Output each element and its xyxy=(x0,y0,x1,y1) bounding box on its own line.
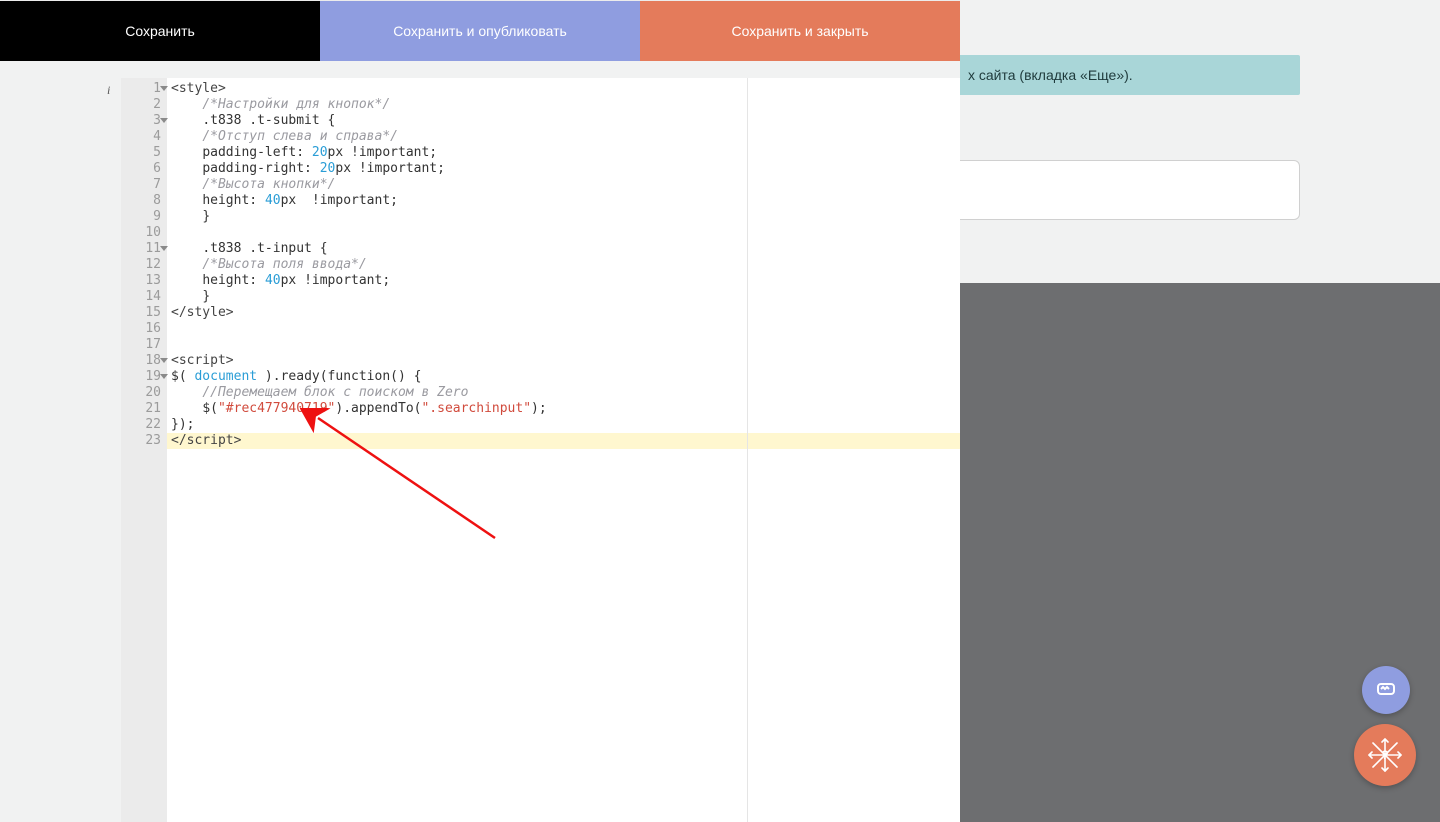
code-text: ".searchinput" xyxy=(421,401,531,416)
code-text: px !important; xyxy=(281,273,391,288)
line-number: 1 xyxy=(121,81,161,97)
code-text: height: xyxy=(202,273,265,288)
code-text: } xyxy=(202,289,210,304)
code-text: ); xyxy=(531,401,547,416)
code-text: } xyxy=(202,209,210,224)
line-number: 8 xyxy=(121,193,161,209)
code-text: px !important; xyxy=(328,145,438,160)
code-text: <style> xyxy=(171,81,226,96)
code-text: 40 xyxy=(265,193,281,208)
line-number: 7 xyxy=(121,177,161,193)
print-margin xyxy=(747,78,748,822)
line-number: 10 xyxy=(121,225,161,241)
line-number: 23 xyxy=(121,433,161,449)
line-number: 15 xyxy=(121,305,161,321)
code-text: ).appendTo( xyxy=(335,401,421,416)
code-text: 20 xyxy=(312,145,328,160)
code-text: </style> xyxy=(171,305,234,320)
code-text: .t838 .t-input { xyxy=(202,241,327,256)
save-publish-button[interactable]: Сохранить и опубликовать xyxy=(320,1,640,61)
chat-icon xyxy=(1374,678,1398,702)
line-number: 3 xyxy=(121,113,161,129)
line-number: 19 xyxy=(121,369,161,385)
line-number: 12 xyxy=(121,257,161,273)
help-fab[interactable]: ? xyxy=(1354,724,1416,786)
line-number: 5 xyxy=(121,145,161,161)
code-text: /*Высота кнопки*/ xyxy=(202,177,335,192)
code-text: /*Отступ слева и справа*/ xyxy=(202,129,398,144)
settings-input-outline[interactable] xyxy=(960,160,1300,220)
code-text: px !important; xyxy=(335,161,445,176)
editor-gutter: 1234567891011121314151617181920212223 xyxy=(121,78,167,822)
line-number: 17 xyxy=(121,337,161,353)
line-number: 11 xyxy=(121,241,161,257)
code-text: /*Настройки для кнопок*/ xyxy=(202,97,390,112)
svg-text:?: ? xyxy=(1381,748,1388,762)
code-text: $( xyxy=(171,369,194,384)
line-number: 20 xyxy=(121,385,161,401)
save-close-button[interactable]: Сохранить и закрыть xyxy=(640,1,960,61)
line-number: 9 xyxy=(121,209,161,225)
code-text: px !important; xyxy=(281,193,398,208)
code-text: /*Высота поля ввода*/ xyxy=(202,257,366,272)
line-number: 4 xyxy=(121,129,161,145)
line-number: 14 xyxy=(121,289,161,305)
code-text: </script> xyxy=(171,433,241,448)
code-text: }); xyxy=(171,417,194,432)
line-number: 21 xyxy=(121,401,161,417)
code-text: ).ready(function() { xyxy=(257,369,421,384)
line-number: 13 xyxy=(121,273,161,289)
code-text: <script> xyxy=(171,353,234,368)
editor-code[interactable]: <style> /*Настройки для кнопок*/ .t838 .… xyxy=(167,78,960,822)
code-text: "#rec477940719" xyxy=(218,401,335,416)
code-text: padding-left: xyxy=(202,145,312,160)
code-text: padding-right: xyxy=(202,161,319,176)
line-number: 22 xyxy=(121,417,161,433)
info-hint-text: х сайта (вкладка «Еще»). xyxy=(968,67,1133,83)
save-button[interactable]: Сохранить xyxy=(0,1,320,61)
code-text: .t838 .t-submit { xyxy=(202,113,335,128)
code-text: 40 xyxy=(265,273,281,288)
code-text: $( xyxy=(202,401,218,416)
chat-fab[interactable] xyxy=(1362,666,1410,714)
code-editor[interactable]: 1234567891011121314151617181920212223 <s… xyxy=(121,78,960,822)
line-number: 6 xyxy=(121,161,161,177)
info-hint-bar: х сайта (вкладка «Еще»). xyxy=(960,55,1300,95)
snowflake-help-icon: ? xyxy=(1366,736,1404,774)
code-text: height: xyxy=(202,193,265,208)
code-text: 20 xyxy=(320,161,336,176)
line-number: 16 xyxy=(121,321,161,337)
action-toolbar: Сохранить Сохранить и опубликовать Сохра… xyxy=(0,1,960,61)
line-number: 18 xyxy=(121,353,161,369)
code-text: document xyxy=(194,369,257,384)
line-number: 2 xyxy=(121,97,161,113)
code-text: //Перемещаем блок с поиском в Zero xyxy=(202,385,468,400)
